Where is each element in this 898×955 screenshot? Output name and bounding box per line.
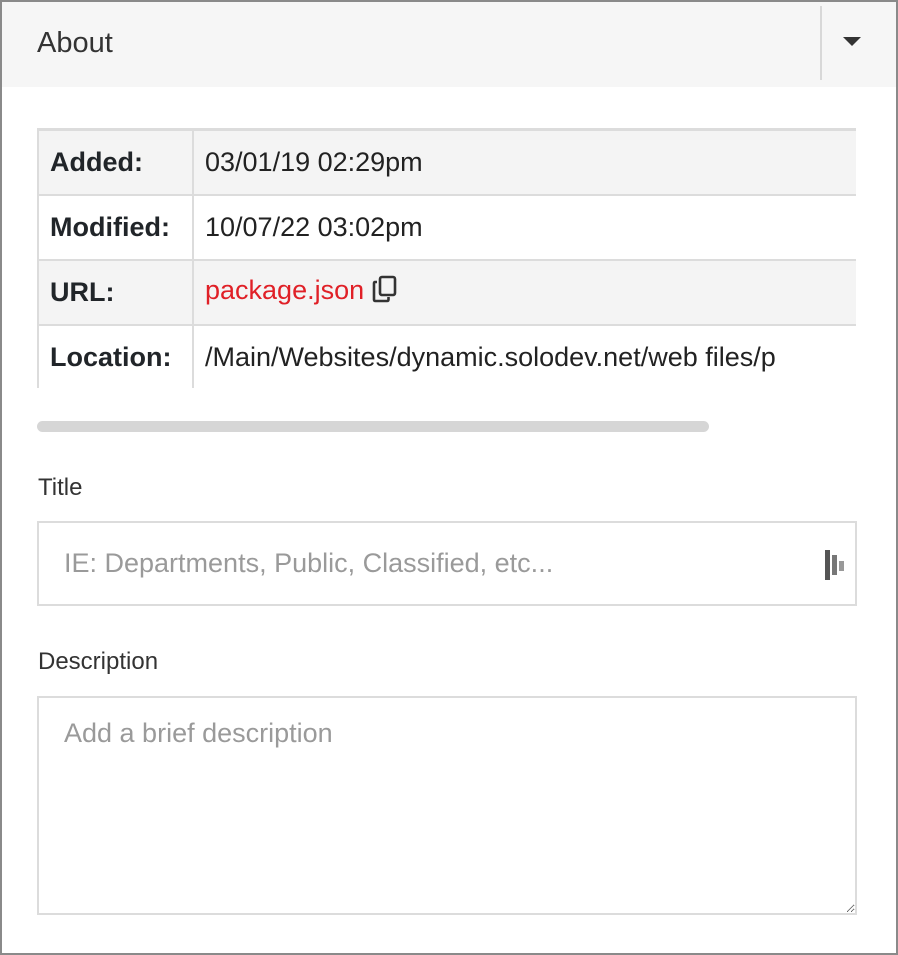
description-label: Description xyxy=(38,648,159,675)
info-row-url: URL: package.json xyxy=(37,258,856,326)
info-value-added: 03/01/19 02:29pm xyxy=(192,128,856,196)
copy-icon[interactable] xyxy=(372,275,398,310)
caret-down-icon xyxy=(843,37,861,46)
info-key: Modified: xyxy=(37,193,194,261)
info-row-added: Added: 03/01/19 02:29pm xyxy=(37,128,856,196)
info-key: Location: xyxy=(37,323,194,388)
translate-icon[interactable] xyxy=(823,549,849,581)
url-link[interactable]: package.json xyxy=(205,275,364,305)
info-row-location: Location: /Main/Websites/dynamic.solodev… xyxy=(37,323,856,388)
panel-title: About xyxy=(37,27,113,59)
about-panel: About Added: 03/01/19 02:29pm Modified: … xyxy=(0,0,898,955)
description-textarea[interactable] xyxy=(37,696,857,915)
panel-header[interactable]: About xyxy=(2,2,896,87)
horizontal-scrollbar[interactable] xyxy=(37,421,856,432)
info-value-url: package.json xyxy=(192,258,856,326)
info-table: Added: 03/01/19 02:29pm Modified: 10/07/… xyxy=(37,128,856,388)
collapse-toggle-button[interactable] xyxy=(822,2,896,82)
scrollbar-thumb[interactable] xyxy=(37,421,709,432)
info-table-scroll[interactable]: Added: 03/01/19 02:29pm Modified: 10/07/… xyxy=(37,128,856,388)
info-key: URL: xyxy=(37,258,194,326)
title-input[interactable] xyxy=(39,523,809,604)
title-field xyxy=(37,521,857,606)
info-key: Added: xyxy=(37,128,194,196)
info-value-location: /Main/Websites/dynamic.solodev.net/web f… xyxy=(192,323,856,388)
title-label: Title xyxy=(38,474,83,501)
info-value-modified: 10/07/22 03:02pm xyxy=(192,193,856,261)
info-row-modified: Modified: 10/07/22 03:02pm xyxy=(37,193,856,261)
